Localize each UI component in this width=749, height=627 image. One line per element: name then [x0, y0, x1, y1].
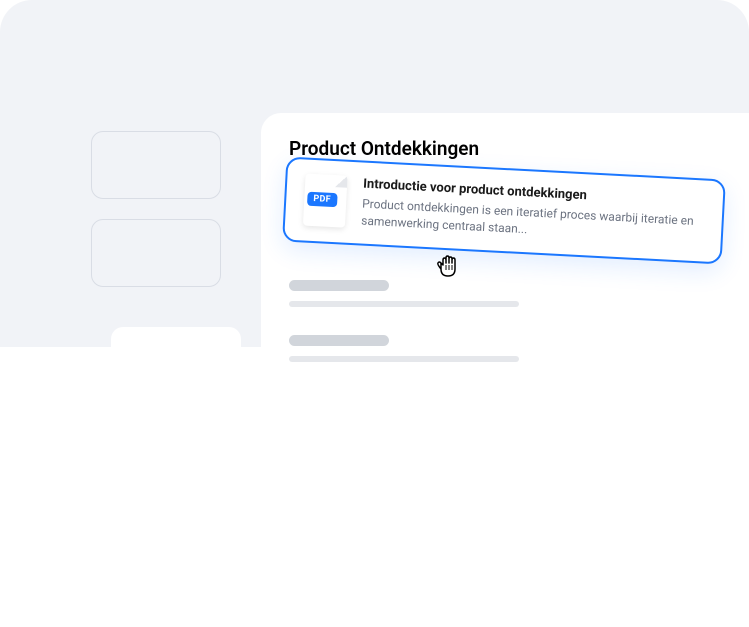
sidebar-placeholder-card [91, 219, 221, 287]
pdf-icon: PDF [303, 174, 348, 228]
document-content: Introductie voor product ontdekkingen Pr… [361, 177, 705, 247]
sidebar-placeholder-card [91, 131, 221, 199]
skeleton-list [289, 280, 749, 362]
pdf-badge: PDF [307, 192, 337, 208]
section-title: Product Ontdekkingen [289, 137, 749, 160]
skeleton-line [289, 356, 519, 362]
sidebar-placeholder-card [111, 327, 241, 395]
skeleton-line [289, 280, 389, 291]
skeleton-item [289, 280, 749, 307]
skeleton-line [289, 335, 389, 346]
skeleton-line [289, 301, 519, 307]
skeleton-item [289, 335, 749, 362]
grab-cursor-icon [432, 250, 464, 282]
